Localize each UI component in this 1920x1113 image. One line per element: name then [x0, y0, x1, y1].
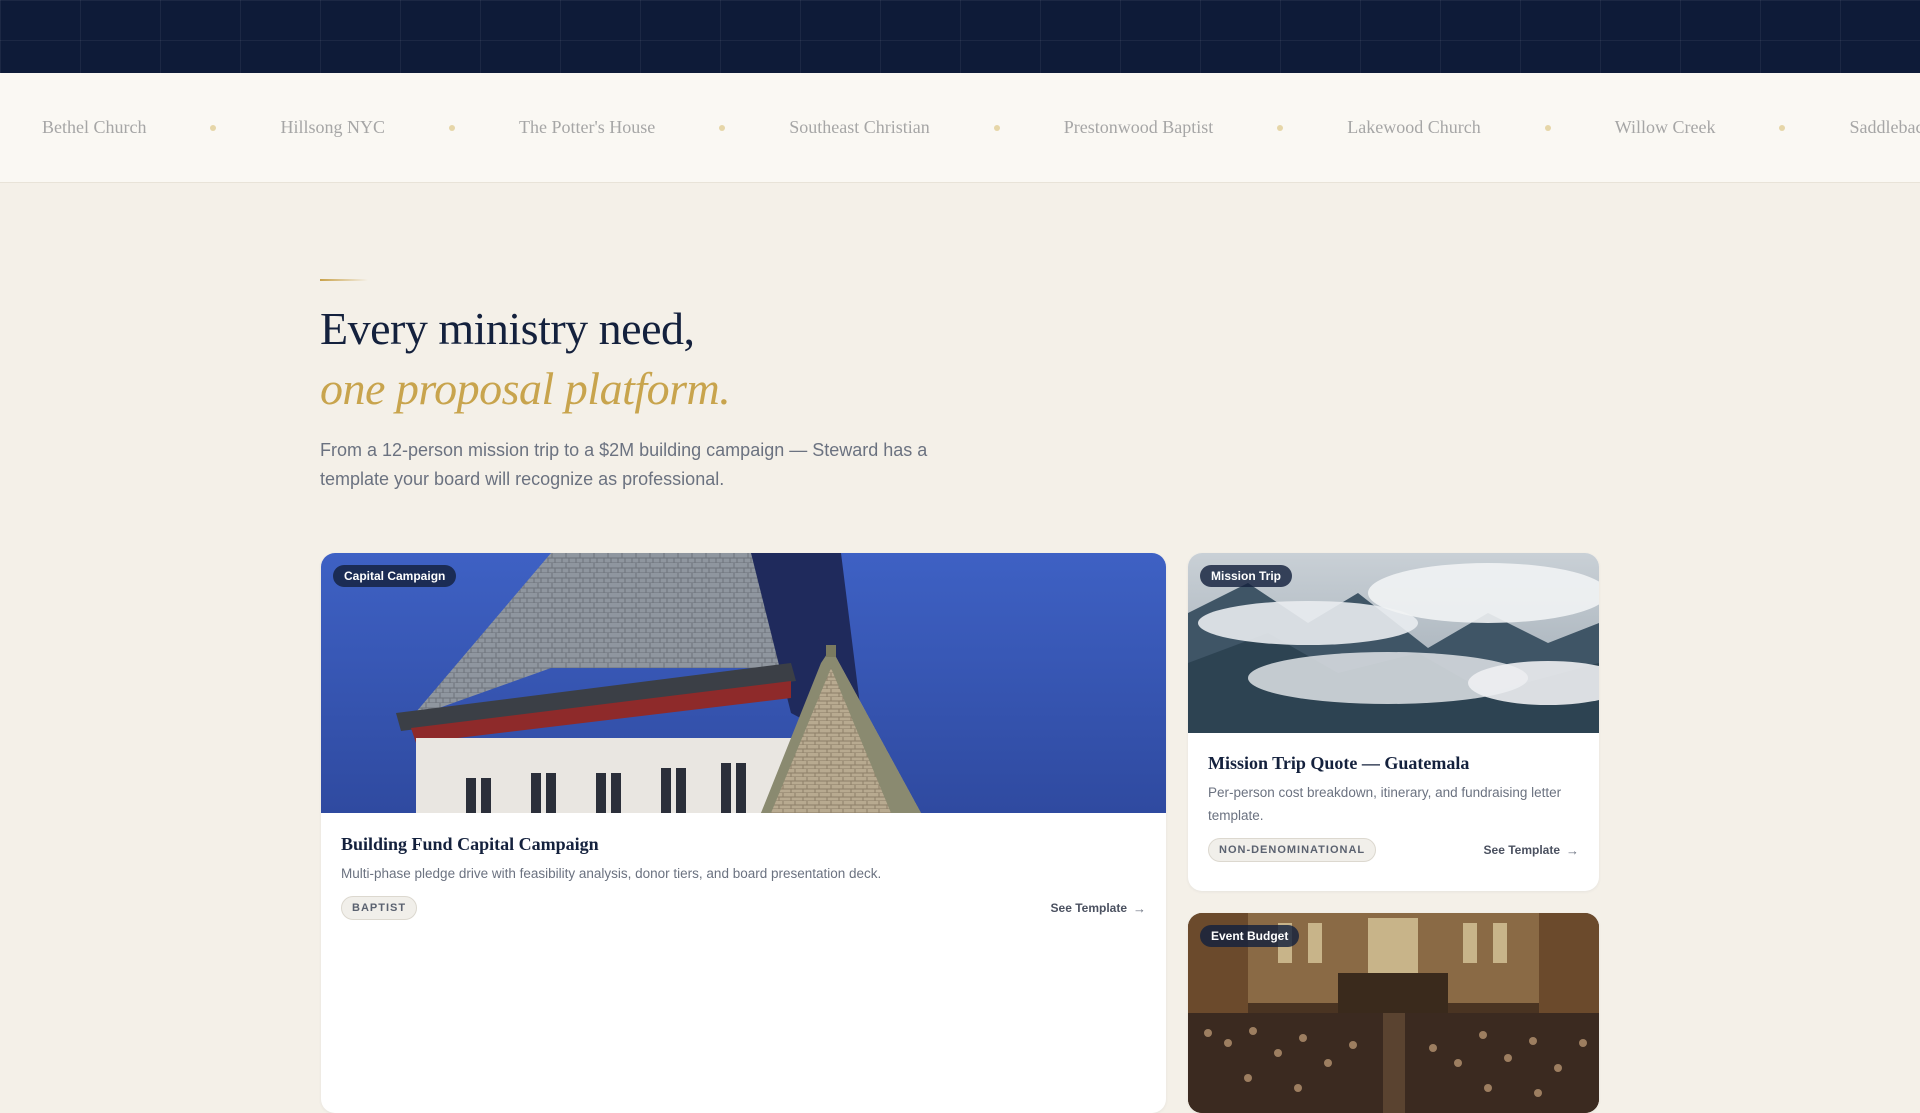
ticker-church-name: Willow Creek	[1614, 117, 1716, 137]
card-description: Per-person cost breakdown, itinerary, an…	[1208, 785, 1562, 823]
see-template-label: See Template	[1050, 901, 1127, 915]
ticker-track: Bethel Church Hillsong NYC The Potter's …	[42, 73, 1920, 182]
template-card-event-budget[interactable]: Event Budget	[1188, 913, 1599, 1113]
accent-line	[320, 279, 368, 281]
top-band	[0, 0, 1920, 73]
ticker-church-name: Bethel Church	[42, 117, 147, 137]
see-template-link[interactable]: See Template →	[1484, 843, 1579, 858]
category-badge: Event Budget	[1200, 925, 1300, 947]
see-template-label: See Template	[1483, 843, 1560, 857]
ticker-church-name: Saddleback Church	[1849, 117, 1920, 137]
card-title: Mission Trip Quote — Guatemala	[1208, 753, 1470, 773]
ticker-church-name: Lakewood Church	[1347, 117, 1481, 137]
category-badge: Mission Trip	[1200, 565, 1293, 587]
denomination-tag: NON-DENOMINATIONAL	[1208, 838, 1377, 862]
template-card-mission-trip[interactable]: Mission Trip Mission Trip Quote — Guatem…	[1188, 553, 1599, 891]
ticker-separator-dot	[1544, 124, 1551, 131]
ticker-church-name: Southeast Christian	[789, 117, 930, 137]
template-card-capital-campaign[interactable]: Capital Campaign Building Fund Capital C…	[321, 553, 1166, 1113]
section-title: Every ministry need,	[320, 303, 695, 354]
mountain-clouds-image: Mission Trip	[1188, 553, 1599, 733]
ticker-church-name: Hillsong NYC	[280, 117, 385, 137]
ticker-separator-dot	[993, 124, 1000, 131]
card-footer: BAPTIST See Template →	[341, 896, 1146, 920]
section-title-accent: one proposal platform.	[320, 363, 731, 414]
card-description: Multi-phase pledge drive with feasibilit…	[341, 866, 882, 881]
denomination-tag: BAPTIST	[341, 896, 418, 920]
ticker-church-name: The Potter's House	[519, 117, 656, 137]
church-logo-ticker: Bethel Church Hillsong NYC The Potter's …	[0, 73, 1920, 183]
see-template-link[interactable]: See Template →	[1051, 901, 1146, 916]
ticker-church-name: Prestonwood Baptist	[1063, 117, 1214, 137]
card-body: Mission Trip Quote — Guatemala Per-perso…	[1188, 753, 1599, 862]
arrow-right-icon: →	[1133, 900, 1146, 916]
category-badge: Capital Campaign	[333, 565, 457, 587]
card-footer: NON-DENOMINATIONAL See Template →	[1208, 838, 1579, 862]
ticker-separator-dot	[449, 124, 455, 131]
cathedral-crowd-image: Event Budget	[1188, 913, 1599, 1113]
card-title: Building Fund Capital Campaign	[341, 834, 599, 854]
ticker-separator-dot	[210, 124, 217, 131]
arrow-right-icon: →	[1566, 842, 1579, 858]
ticker-separator-dot	[1277, 124, 1284, 131]
church-steeple-image: Capital Campaign	[321, 553, 1166, 813]
card-body: Building Fund Capital Campaign Multi-pha…	[321, 834, 1166, 920]
ticker-separator-dot	[1779, 124, 1786, 131]
ticker-separator-dot	[719, 124, 726, 131]
church-steeple-illustration	[321, 553, 1166, 813]
section-lead: From a 12-person mission trip to a $2M b…	[320, 440, 928, 489]
